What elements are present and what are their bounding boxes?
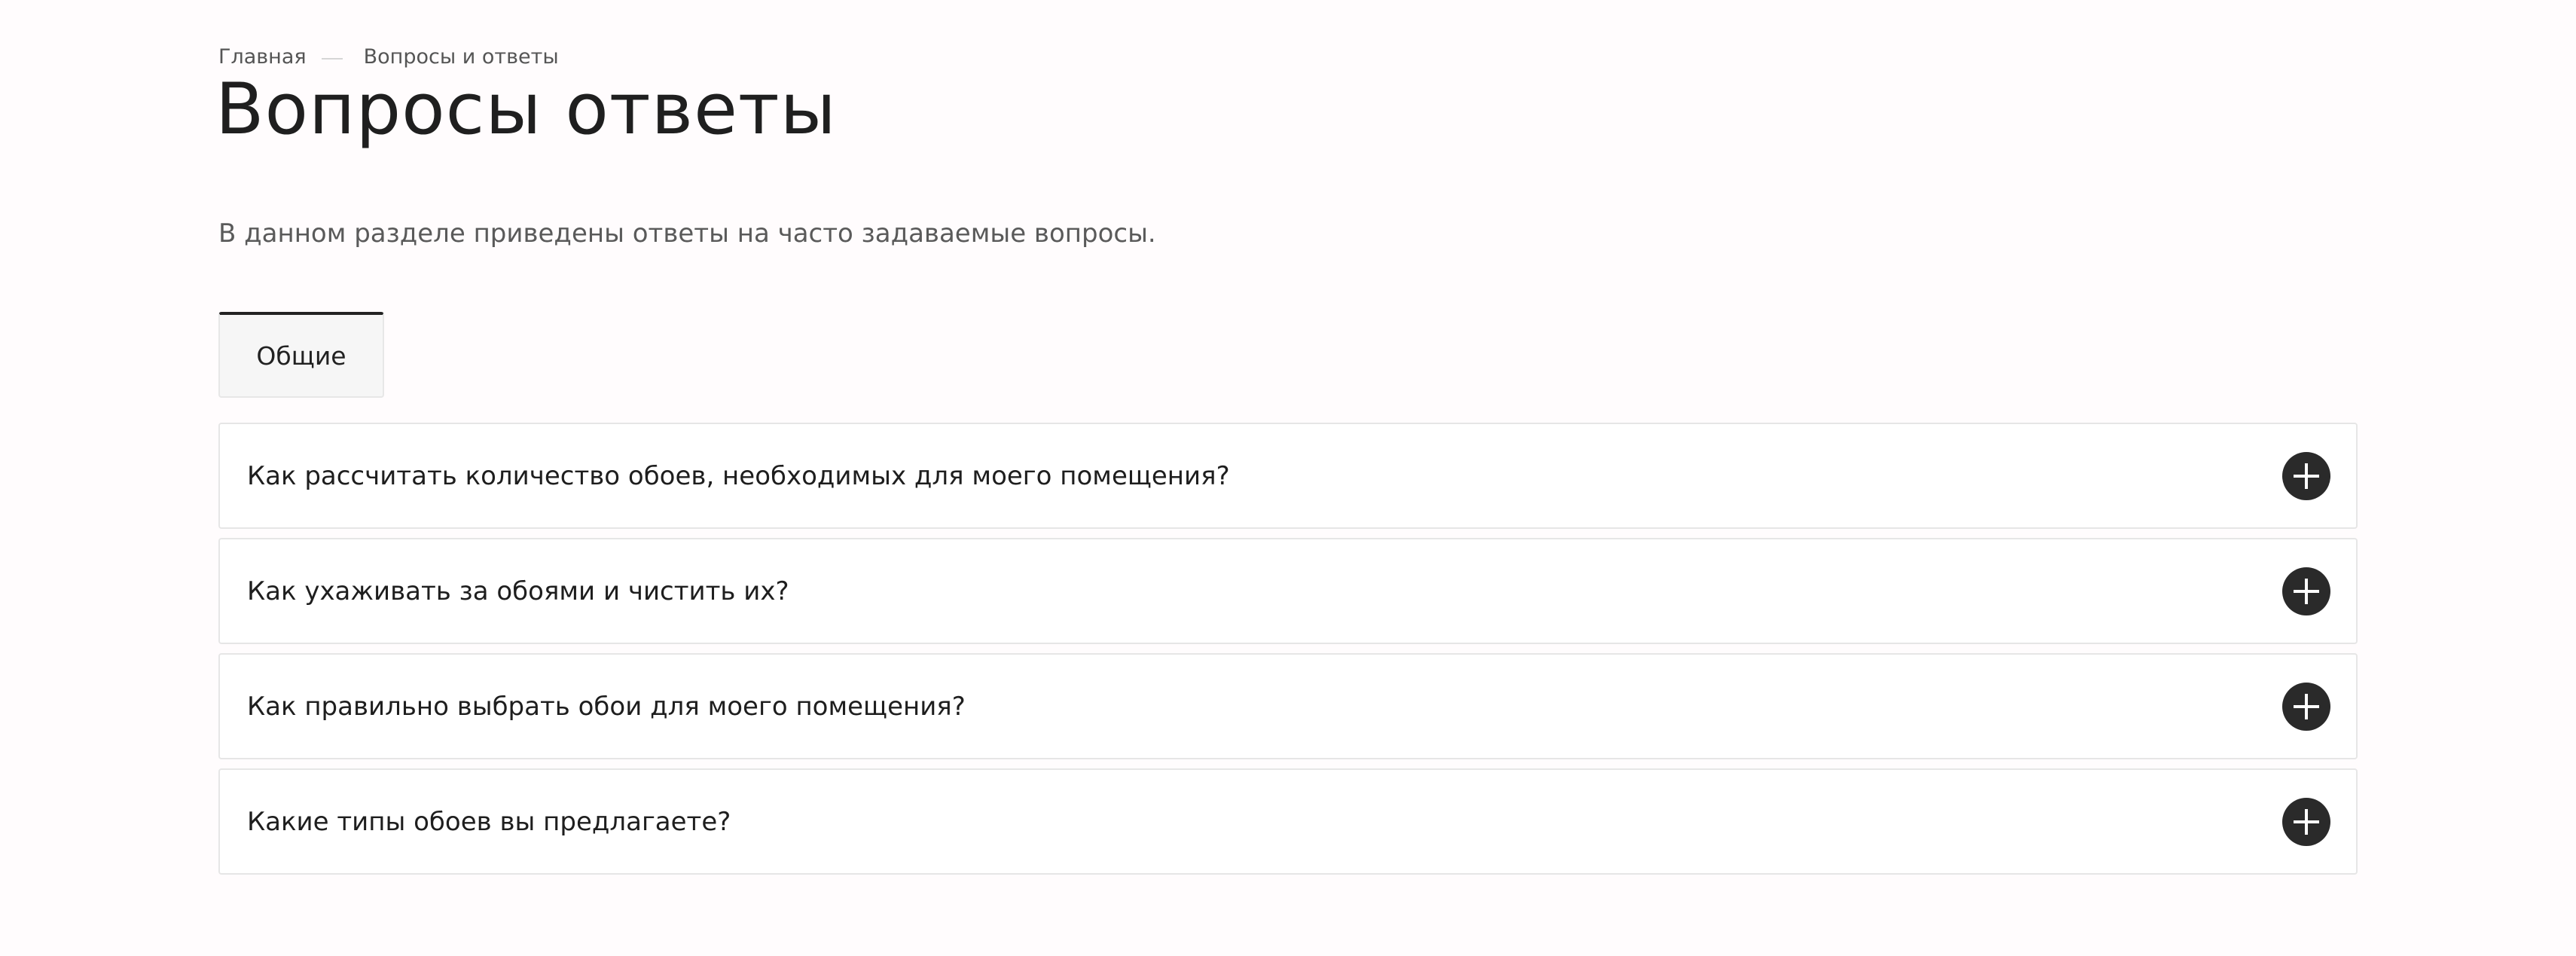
faq-question: Как правильно выбрать обои для моего пом… xyxy=(247,691,966,722)
breadcrumb: Главная Вопросы и ответы xyxy=(218,45,559,69)
page-intro: В данном разделе приведены ответы на час… xyxy=(218,218,1156,249)
breadcrumb-home-link[interactable]: Главная xyxy=(218,45,307,69)
faq-question: Какие типы обоев вы предлагаете? xyxy=(247,806,731,837)
faq-question: Как рассчитать количество обоев, необход… xyxy=(247,460,1230,491)
faq-item[interactable]: Как ухаживать за обоями и чистить их? xyxy=(218,538,2358,644)
plus-icon[interactable] xyxy=(2282,567,2330,615)
tab-general-label: Общие xyxy=(256,341,346,371)
faq-item[interactable]: Какие типы обоев вы предлагаете? xyxy=(218,768,2358,875)
breadcrumb-current: Вопросы и ответы xyxy=(363,45,559,69)
plus-icon[interactable] xyxy=(2282,797,2330,846)
breadcrumb-separator xyxy=(321,57,343,60)
faq-question: Как ухаживать за обоями и чистить их? xyxy=(247,576,789,606)
plus-icon[interactable] xyxy=(2282,451,2330,500)
page-title: Вопросы ответы xyxy=(215,69,837,151)
faq-list: Как рассчитать количество обоев, необход… xyxy=(218,423,2358,884)
faq-item[interactable]: Как правильно выбрать обои для моего пом… xyxy=(218,653,2358,759)
plus-icon[interactable] xyxy=(2282,682,2330,731)
faq-item[interactable]: Как рассчитать количество обоев, необход… xyxy=(218,423,2358,529)
tab-general[interactable]: Общие xyxy=(218,312,384,398)
